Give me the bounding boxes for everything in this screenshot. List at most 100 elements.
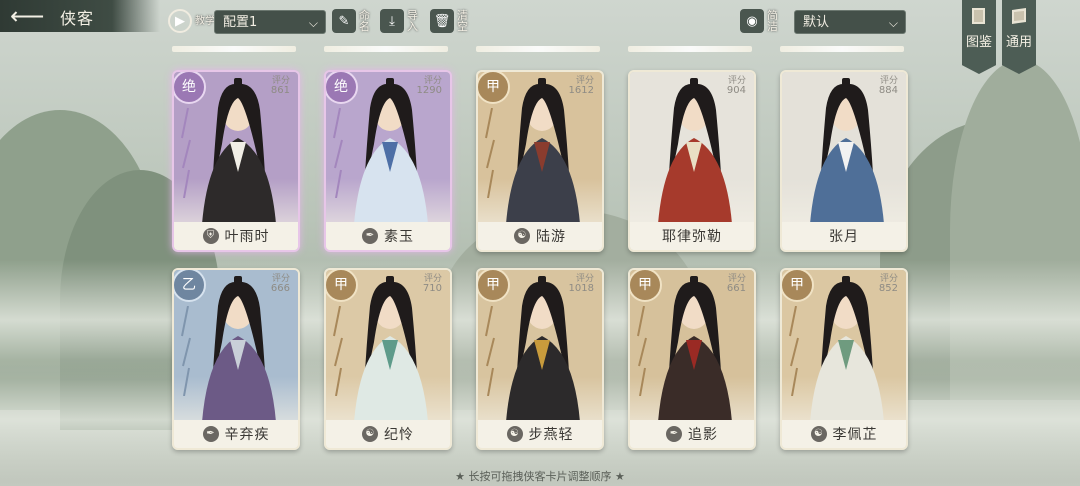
score-value: 861 bbox=[270, 85, 290, 96]
simplify-label: 简洁 bbox=[767, 9, 778, 33]
shield-icon: ⛨ bbox=[202, 228, 219, 244]
score-display: 评分 884 bbox=[879, 76, 898, 96]
hero-name: 纪怜 bbox=[384, 427, 414, 443]
grade-badge: 绝 bbox=[326, 72, 358, 104]
rename-label: 命名 bbox=[359, 9, 370, 33]
hero-name: 步燕轻 bbox=[528, 427, 574, 443]
score-display: 评分 1290 bbox=[417, 76, 442, 96]
grade-badge: 乙 bbox=[174, 270, 206, 302]
scroll-icon bbox=[1012, 8, 1026, 24]
clear-button[interactable]: 🗑 清空 bbox=[430, 8, 469, 34]
grade-stroke-decoration bbox=[180, 305, 192, 397]
score-display: 评分 1018 bbox=[569, 274, 594, 294]
hero-card[interactable]: 评分 904 耶律弥勒 bbox=[628, 70, 756, 252]
config-select-value: 配置1 bbox=[223, 15, 258, 30]
column-tab bbox=[172, 46, 296, 52]
sort-select[interactable]: 默认 ⌵ bbox=[794, 10, 906, 34]
general-label: 通用 bbox=[1005, 35, 1032, 50]
column-tab bbox=[476, 46, 600, 52]
name-bar: ☯ 李佩芷 bbox=[782, 420, 906, 448]
column-tab bbox=[628, 46, 752, 52]
rename-button[interactable]: ✎ 命名 bbox=[332, 8, 371, 34]
grade-stroke-decoration bbox=[484, 107, 496, 199]
score-display: 评分 852 bbox=[879, 274, 898, 294]
yinyang-icon: ☯ bbox=[506, 426, 523, 442]
yinyang-icon: ☯ bbox=[362, 426, 378, 442]
simplify-toggle[interactable]: ◉ 简洁 bbox=[740, 8, 779, 34]
hero-card[interactable]: 甲 评分 661 ✒ 追影 bbox=[628, 268, 756, 450]
hero-name: 辛弃疾 bbox=[224, 427, 270, 443]
name-bar: ☯ 步燕轻 bbox=[478, 420, 602, 448]
grade-stroke-decoration bbox=[484, 305, 496, 397]
hero-card[interactable]: 评分 884 张月 bbox=[780, 70, 908, 252]
grade-badge: 甲 bbox=[478, 72, 510, 104]
codex-tab[interactable]: 图鉴 bbox=[962, 0, 996, 74]
name-bar: 张月 bbox=[782, 222, 906, 250]
drag-hint: ★ 长按可拖拽侠客卡片调整顺序 ★ bbox=[455, 470, 625, 483]
score-value: 1018 bbox=[568, 283, 594, 294]
score-display: 评分 861 bbox=[271, 76, 290, 96]
score-value: 666 bbox=[270, 283, 290, 294]
hero-card[interactable]: 甲 评分 1612 ☯ 陆游 bbox=[476, 70, 604, 252]
general-tab[interactable]: 通用 bbox=[1002, 0, 1036, 74]
name-bar: ☯ 陆游 bbox=[478, 222, 602, 250]
hero-name: 李佩芷 bbox=[832, 427, 878, 443]
config-select[interactable]: 配置1 ⌵ bbox=[214, 10, 326, 34]
hero-name: 叶雨时 bbox=[224, 229, 270, 245]
score-display: 评分 666 bbox=[271, 274, 290, 294]
name-bar: ☯ 纪怜 bbox=[326, 420, 450, 448]
sort-select-value: 默认 bbox=[803, 15, 830, 30]
yinyang-icon: ☯ bbox=[514, 228, 530, 244]
grade-badge: 绝 bbox=[174, 72, 206, 104]
hero-name: 张月 bbox=[829, 229, 859, 245]
brush-icon: ✒ bbox=[666, 426, 682, 442]
hero-card[interactable]: 甲 评分 852 ☯ 李佩芷 bbox=[780, 268, 908, 450]
grade-stroke-decoration bbox=[332, 305, 344, 397]
name-bar: 耶律弥勒 bbox=[630, 222, 754, 250]
grade-badge: 甲 bbox=[782, 270, 814, 302]
hero-name: 陆游 bbox=[536, 229, 566, 245]
hero-name: 素玉 bbox=[384, 229, 414, 245]
brush-icon: ✒ bbox=[202, 426, 219, 442]
yinyang-icon: ☯ bbox=[810, 426, 827, 442]
grade-badge: 甲 bbox=[630, 270, 662, 302]
score-display: 评分 661 bbox=[727, 274, 746, 294]
score-display: 评分 710 bbox=[423, 274, 442, 294]
brush-icon: ✎ bbox=[332, 9, 356, 33]
score-display: 评分 1612 bbox=[569, 76, 594, 96]
grade-stroke-decoration bbox=[788, 305, 800, 397]
column-tab bbox=[324, 46, 448, 52]
hero-card[interactable]: 甲 评分 710 ☯ 纪怜 bbox=[324, 268, 452, 450]
chevron-down-icon: ⌵ bbox=[888, 16, 898, 30]
score-value: 904 bbox=[726, 85, 746, 96]
tutorial-button[interactable]: ▶ 教学 bbox=[168, 8, 219, 34]
grade-stroke-decoration bbox=[332, 107, 344, 199]
hero-name: 追影 bbox=[688, 427, 718, 443]
back-button[interactable]: ⟵ 侠客 bbox=[0, 0, 160, 32]
hero-card[interactable]: 甲 评分 1018 ☯ 步燕轻 bbox=[476, 268, 604, 450]
clear-label: 清空 bbox=[457, 9, 468, 33]
score-value: 1290 bbox=[416, 85, 442, 96]
grade-badge: 甲 bbox=[478, 270, 510, 302]
score-value: 852 bbox=[878, 283, 898, 294]
grade-stroke-decoration bbox=[636, 305, 648, 397]
eye-icon: ◉ bbox=[740, 9, 764, 33]
name-bar: ✒ 素玉 bbox=[326, 222, 450, 250]
chevron-down-icon: ⌵ bbox=[308, 16, 318, 30]
hero-card[interactable]: 乙 评分 666 ✒ 辛弃疾 bbox=[172, 268, 300, 450]
grade-badge: 甲 bbox=[326, 270, 358, 302]
score-display: 评分 904 bbox=[727, 76, 746, 96]
name-bar: ✒ 辛弃疾 bbox=[174, 420, 298, 448]
column-tab bbox=[780, 46, 904, 52]
score-value: 884 bbox=[878, 85, 898, 96]
hero-name: 耶律弥勒 bbox=[662, 229, 722, 245]
import-button[interactable]: ⤓ 导入 bbox=[380, 8, 419, 34]
hero-card[interactable]: 绝 评分 861 ⛨ 叶雨时 bbox=[172, 70, 300, 252]
codex-label: 图鉴 bbox=[965, 35, 992, 50]
back-arrow-icon: ⟵ bbox=[10, 2, 45, 30]
import-icon: ⤓ bbox=[380, 9, 404, 33]
score-value: 1612 bbox=[568, 85, 594, 96]
hero-card[interactable]: 绝 评分 1290 ✒ 素玉 bbox=[324, 70, 452, 252]
score-value: 710 bbox=[422, 283, 442, 294]
import-label: 导入 bbox=[407, 9, 418, 33]
